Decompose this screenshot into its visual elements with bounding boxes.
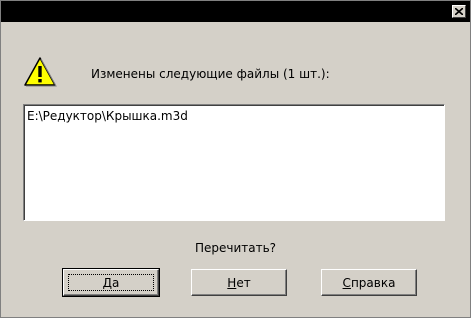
changed-files-list[interactable]: E:\Редуктор\Крышка.m3d <box>23 104 445 221</box>
warning-icon <box>24 57 57 87</box>
no-button-label: Нет <box>227 275 251 290</box>
close-button[interactable] <box>452 5 466 18</box>
help-button-label: Справка <box>342 275 396 290</box>
yes-button[interactable]: Да <box>62 268 160 297</box>
help-button[interactable]: Справка <box>321 269 417 296</box>
list-item[interactable]: E:\Редуктор\Крышка.m3d <box>27 109 441 123</box>
no-button[interactable]: Нет <box>191 269 287 296</box>
question-text: Перечитать? <box>194 241 277 255</box>
message-text: Изменены следующие файлы (1 шт.): <box>91 67 330 81</box>
dialog-window: Изменены следующие файлы (1 шт.): E:\Ред… <box>0 0 471 318</box>
yes-button-label: Да <box>102 275 120 290</box>
title-bar[interactable] <box>1 1 470 22</box>
close-icon <box>455 8 463 15</box>
